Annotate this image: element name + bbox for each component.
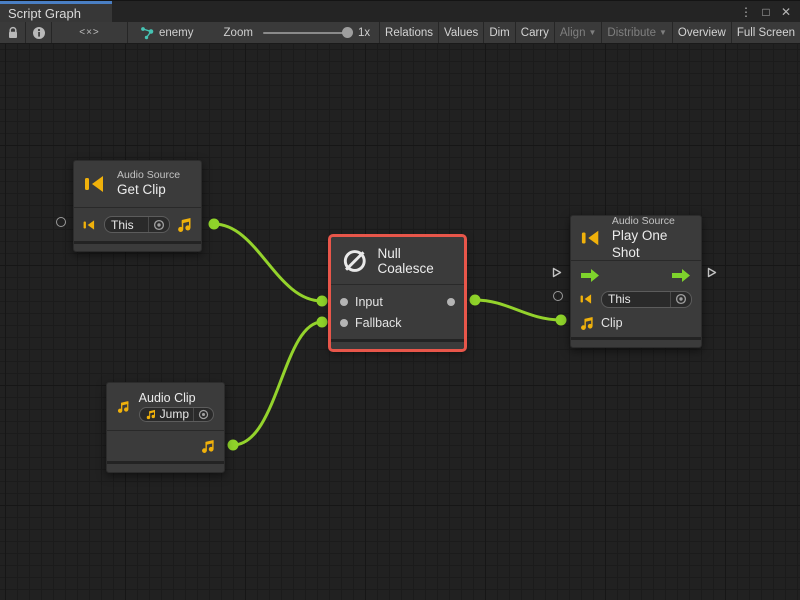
full-screen-button[interactable]: Full Screen bbox=[732, 22, 800, 43]
audio-source-icon bbox=[580, 293, 594, 305]
this-dropdown[interactable]: This bbox=[104, 216, 170, 233]
zoom-label: Zoom bbox=[224, 27, 253, 39]
close-icon[interactable]: ✕ bbox=[778, 4, 794, 20]
play-one-shot-target-port[interactable] bbox=[553, 291, 563, 301]
align-button[interactable]: Align ▼ bbox=[555, 22, 603, 43]
object-picker-icon[interactable] bbox=[193, 408, 209, 421]
graph-canvas[interactable]: Audio Source Get Clip This bbox=[0, 44, 800, 600]
node-title: Get Clip bbox=[117, 182, 180, 199]
code-preview-button[interactable]: <×> bbox=[52, 22, 128, 43]
wire-audioclip-to-fallback[interactable] bbox=[233, 322, 322, 445]
output-port[interactable] bbox=[447, 298, 455, 306]
lock-icon bbox=[7, 26, 19, 39]
zoom-value: 1x bbox=[358, 27, 370, 39]
script-graph-window: Script Graph ⋮ □ ✕ <×> bbox=[0, 0, 800, 600]
node-header: Audio Clip Jump bbox=[107, 383, 224, 431]
audio-clip-icon bbox=[146, 409, 156, 420]
node-category: Audio Source bbox=[117, 169, 180, 182]
tab-bar: Script Graph ⋮ □ ✕ bbox=[0, 0, 800, 22]
node-header: Null Coalesce bbox=[331, 237, 464, 285]
node-get-clip[interactable]: Audio Source Get Clip This bbox=[73, 160, 202, 252]
node-footer bbox=[571, 337, 701, 347]
node-header: Audio Source Play One Shot bbox=[571, 216, 701, 261]
port-label: Fallback bbox=[355, 316, 402, 330]
audio-source-icon bbox=[83, 219, 97, 231]
clip-object-field[interactable]: Jump bbox=[139, 407, 214, 422]
zoom-slider-handle[interactable] bbox=[342, 27, 353, 38]
maximize-icon[interactable]: □ bbox=[758, 4, 774, 20]
toolbar-middle: enemy Zoom 1x bbox=[128, 22, 380, 43]
port-label: Input bbox=[355, 295, 383, 309]
audio-clip-icon[interactable] bbox=[177, 217, 192, 233]
fallback-port[interactable] bbox=[340, 319, 348, 327]
port-label: Clip bbox=[601, 316, 623, 330]
lock-button[interactable] bbox=[0, 22, 26, 43]
distribute-button[interactable]: Distribute ▼ bbox=[602, 22, 673, 43]
wire-end-dot[interactable] bbox=[470, 295, 481, 306]
audio-clip-output-icon[interactable] bbox=[201, 439, 215, 454]
info-icon bbox=[32, 26, 46, 40]
wire-end-dot[interactable] bbox=[317, 317, 328, 328]
wire-end-dot[interactable] bbox=[228, 440, 239, 451]
menu-icon[interactable]: ⋮ bbox=[738, 4, 754, 20]
flow-out-arrow-icon[interactable] bbox=[671, 268, 692, 283]
get-clip-target-port[interactable] bbox=[56, 217, 66, 227]
audio-clip-icon[interactable] bbox=[580, 316, 594, 331]
dim-button[interactable]: Dim bbox=[484, 22, 515, 43]
chevron-down-icon: ▼ bbox=[659, 28, 667, 37]
node-footer bbox=[331, 339, 464, 349]
null-icon bbox=[341, 246, 369, 276]
code-icon: <×> bbox=[79, 27, 100, 38]
object-picker-icon[interactable] bbox=[670, 292, 687, 307]
info-button[interactable] bbox=[26, 22, 52, 43]
graph-icon bbox=[140, 26, 154, 40]
this-dropdown[interactable]: This bbox=[601, 291, 692, 308]
tab-title: Script Graph bbox=[8, 6, 81, 21]
node-category: Audio Source bbox=[612, 215, 691, 228]
audio-clip-icon bbox=[117, 394, 130, 420]
node-audio-clip[interactable]: Audio Clip Jump bbox=[106, 382, 225, 473]
input-port[interactable] bbox=[340, 298, 348, 306]
zoom-slider[interactable] bbox=[263, 32, 349, 34]
window-controls: ⋮ □ ✕ bbox=[738, 1, 800, 22]
wire-end-dot[interactable] bbox=[317, 296, 328, 307]
values-button[interactable]: Values bbox=[439, 22, 484, 43]
overview-button[interactable]: Overview bbox=[673, 22, 732, 43]
node-title: Null Coalesce bbox=[378, 246, 454, 276]
node-footer bbox=[74, 241, 201, 251]
wire-end-dot[interactable] bbox=[209, 219, 220, 230]
wire-null-to-clip[interactable] bbox=[475, 300, 561, 320]
node-header: Audio Source Get Clip bbox=[74, 161, 201, 208]
node-play-one-shot[interactable]: Audio Source Play One Shot This bbox=[570, 215, 702, 348]
flow-out-port[interactable] bbox=[705, 266, 718, 279]
node-title: Play One Shot bbox=[612, 228, 691, 262]
tab-script-graph[interactable]: Script Graph bbox=[0, 1, 112, 22]
flow-in-arrow-icon[interactable] bbox=[580, 268, 601, 283]
audio-source-icon bbox=[581, 228, 603, 248]
wire-getclip-to-input[interactable] bbox=[214, 224, 322, 301]
graph-name-label: enemy bbox=[159, 27, 194, 39]
graph-breadcrumb[interactable]: enemy bbox=[140, 26, 194, 40]
node-title: Audio Clip bbox=[139, 391, 214, 407]
node-null-coalesce[interactable]: Null Coalesce Input Fallback bbox=[330, 236, 465, 350]
chevron-down-icon: ▼ bbox=[588, 28, 596, 37]
graph-toolbar: <×> enemy Zoom 1x Relations Values Dim bbox=[0, 22, 800, 44]
flow-in-port[interactable] bbox=[550, 266, 563, 279]
node-footer bbox=[107, 461, 224, 472]
audio-source-icon bbox=[84, 174, 108, 194]
object-picker-icon[interactable] bbox=[148, 217, 165, 232]
relations-button[interactable]: Relations bbox=[380, 22, 439, 43]
carry-button[interactable]: Carry bbox=[516, 22, 555, 43]
wire-end-dot[interactable] bbox=[556, 315, 567, 326]
